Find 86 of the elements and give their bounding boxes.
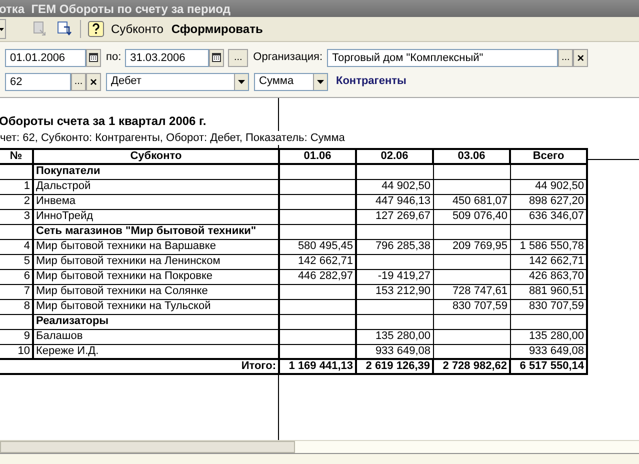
- column-header: 02.06: [356, 149, 433, 164]
- calendar-button[interactable]: [209, 48, 224, 66]
- dropdown[interactable]: Дебет: [106, 72, 249, 90]
- table-cell: 4: [0, 239, 33, 254]
- table-cell: Покупатели: [33, 164, 279, 179]
- table-cell: 3: [0, 209, 33, 224]
- organization-field[interactable]: Торговый дом "Комплексный": [327, 48, 558, 66]
- column-header: Субконто: [33, 149, 279, 164]
- table-cell: 2 619 126,39: [356, 359, 433, 374]
- clear-button[interactable]: ×: [573, 48, 588, 66]
- table-cell: -19 419,27: [356, 269, 433, 284]
- table-cell: ИнноТрейд: [33, 209, 279, 224]
- dropdown[interactable]: Сумма: [254, 72, 328, 90]
- subconto-link[interactable]: Контрагенты: [336, 73, 406, 90]
- table-cell: Сеть магазинов "Мир бытовой техники": [33, 224, 279, 239]
- calendar-button[interactable]: [86, 48, 101, 66]
- help-icon[interactable]: [88, 21, 104, 37]
- table-cell: Мир бытовой техники на Солянке: [33, 284, 279, 299]
- table-cell: 426 863,70: [510, 269, 587, 284]
- calendar-icon: [89, 53, 98, 62]
- table-cell: 7: [0, 284, 33, 299]
- subconto-button[interactable]: Субконто: [108, 20, 166, 38]
- table-cell: Реализаторы: [33, 314, 279, 329]
- table-cell: Инвема: [33, 194, 279, 209]
- generate-button[interactable]: Сформировать: [170, 20, 264, 38]
- table-cell: Мир бытовой техники на Тульской: [33, 299, 279, 314]
- column-header: №: [0, 149, 33, 164]
- table-cell: 933 649,08: [356, 344, 433, 359]
- calendar-icon: [212, 53, 222, 62]
- table-cell: Балашов: [33, 329, 279, 344]
- table-cell: 127 269,67: [356, 209, 433, 224]
- table-cell: 933 649,08: [510, 344, 587, 359]
- table-cell: 142 662,71: [279, 254, 356, 269]
- table-cell: 135 280,00: [356, 329, 433, 344]
- scrollbar-thumb[interactable]: [0, 441, 295, 453]
- table-cell: 44 902,50: [510, 179, 587, 194]
- horizontal-scrollbar[interactable]: [0, 440, 639, 453]
- column-header: 03.06: [433, 149, 510, 164]
- table-cell: 8: [0, 299, 33, 314]
- caret-icon: [313, 74, 327, 90]
- account-field[interactable]: 62: [5, 72, 71, 90]
- field-label: Организация:: [253, 50, 324, 66]
- table-cell: 2: [0, 194, 33, 209]
- date-field[interactable]: 31.03.2006: [125, 48, 210, 66]
- table-cell: 142 662,71: [510, 254, 587, 269]
- table-cell: 153 212,90: [356, 284, 433, 299]
- table-cell: 44 902,50: [356, 179, 433, 194]
- select-button[interactable]: ...: [558, 48, 574, 66]
- table-cell: 447 946,13: [356, 194, 433, 209]
- table-cell: Мир бытовой техники на Покровке: [33, 269, 279, 284]
- table-cell: Итого:: [0, 359, 279, 374]
- select-button[interactable]: ...: [71, 72, 86, 90]
- table-cell: 830 707,59: [433, 299, 510, 314]
- table-cell: 898 627,20: [510, 194, 587, 209]
- table-cell: 450 681,07: [433, 194, 510, 209]
- table-cell: 1: [0, 179, 33, 194]
- date-field[interactable]: 01.01.2006: [5, 48, 86, 66]
- table-cell: 636 346,07: [510, 209, 587, 224]
- table-cell: 509 076,40: [433, 209, 510, 224]
- column-header: Всего: [510, 149, 587, 164]
- table-cell: 728 747,61: [433, 284, 510, 299]
- table-cell: 209 769,95: [433, 239, 510, 254]
- table-cell: 881 960,51: [510, 284, 587, 299]
- column-header: 01.06: [279, 149, 356, 164]
- table-cell: 1 586 550,78: [510, 239, 587, 254]
- period-button[interactable]: ...: [228, 48, 248, 66]
- table-cell: Мир бытовой техники на Варшавке: [33, 239, 279, 254]
- table-cell: 446 282,97: [279, 269, 356, 284]
- table-cell: 830 707,59: [510, 299, 587, 314]
- table-cell: 1 169 441,13: [279, 359, 356, 374]
- report-subtitle: чет: 62, Субконто: Контрагенты, Оборот: Дебет, Показатель: Сумма: [0, 131, 345, 145]
- table-cell: Дальстрой: [33, 179, 279, 194]
- table-cell: 796 285,38: [356, 239, 433, 254]
- caret-icon: [234, 74, 248, 90]
- table-cell: 135 280,00: [510, 329, 587, 344]
- table-cell: Мир бытовой техники на Ленинском: [33, 254, 279, 269]
- table-cell: 9: [0, 329, 33, 344]
- table-cell: 5: [0, 254, 33, 269]
- clear-button[interactable]: ×: [86, 72, 101, 90]
- document-arrow-icon[interactable]: [56, 21, 72, 37]
- table-cell: 580 495,45: [279, 239, 356, 254]
- field-label: по:: [106, 50, 122, 66]
- table-cell: Кереже И.Д.: [33, 344, 279, 359]
- table-cell: 2 728 982,62: [433, 359, 510, 374]
- table-cell: 6 517 550,14: [510, 359, 587, 374]
- table-cell: 6: [0, 269, 33, 284]
